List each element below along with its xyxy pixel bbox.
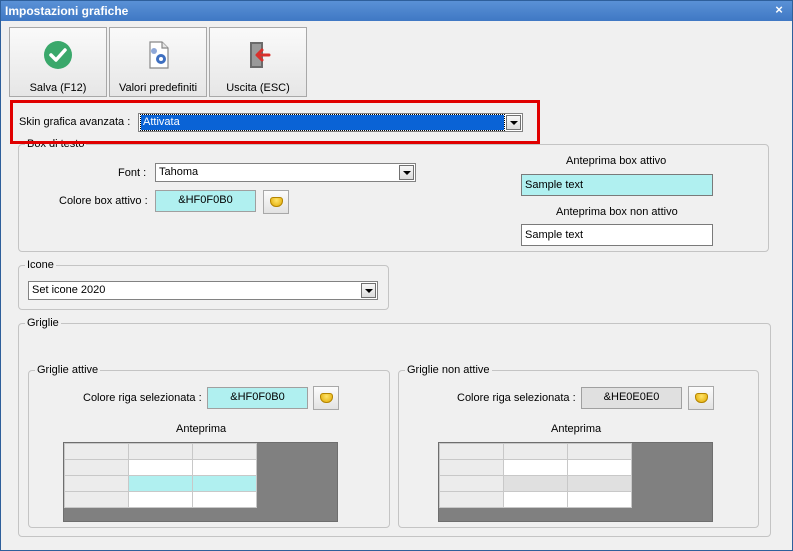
active-row-color-picker-button[interactable] xyxy=(313,386,339,410)
exit-button[interactable]: Uscita (ESC) xyxy=(209,27,307,97)
table-row xyxy=(439,459,632,476)
grid-cell xyxy=(64,491,129,508)
exit-door-icon xyxy=(250,42,271,68)
grid-cell xyxy=(567,459,632,476)
icons-select[interactable]: Set icone 2020 xyxy=(28,281,378,300)
skin-select[interactable]: Attivata xyxy=(138,113,523,132)
grid-cell xyxy=(439,491,504,508)
table-row xyxy=(64,475,257,492)
preview-inactive-label: Anteprima box non attivo xyxy=(556,206,678,218)
paint-pot-icon xyxy=(695,393,708,403)
font-select[interactable]: Tahoma xyxy=(155,163,416,182)
save-button[interactable]: Salva (F12) xyxy=(9,27,107,97)
active-color-label: Colore box attivo : xyxy=(59,195,148,207)
active-grid-preview-table xyxy=(64,443,257,508)
close-button[interactable]: × xyxy=(772,3,786,17)
chevron-down-icon[interactable] xyxy=(399,165,414,180)
grid-cell-selected xyxy=(503,475,568,492)
grid-cell-selected xyxy=(567,475,632,492)
skin-select-value: Attivata xyxy=(140,114,505,131)
settings-window: Impostazioni grafiche × Salva (F12) Valo… xyxy=(0,0,793,551)
font-label: Font : xyxy=(118,167,147,179)
inactive-grid-preview xyxy=(438,442,713,522)
check-icon xyxy=(44,41,72,69)
grids-group-title: Griglie xyxy=(25,317,61,330)
grid-cell xyxy=(439,475,504,492)
inactive-grid-preview-table xyxy=(439,443,632,508)
grid-cell xyxy=(128,443,193,460)
chevron-down-icon[interactable] xyxy=(506,115,521,130)
grid-cell xyxy=(192,443,257,460)
table-row xyxy=(64,491,257,508)
font-select-value: Tahoma xyxy=(159,166,199,178)
preview-active-label: Anteprima box attivo xyxy=(566,155,667,167)
grid-cell xyxy=(503,459,568,476)
icons-group-title: Icone xyxy=(25,259,56,272)
defaults-button-label: Valori predefiniti xyxy=(118,82,198,94)
grid-cell xyxy=(128,459,193,476)
grid-cell xyxy=(439,459,504,476)
icons-select-value: Set icone 2020 xyxy=(32,284,106,296)
save-button-label: Salva (F12) xyxy=(29,82,87,94)
inactive-row-color-label: Colore riga selezionata : xyxy=(457,392,576,404)
active-grids-title: Griglie attive xyxy=(35,364,101,377)
document-gear-icon xyxy=(149,41,169,69)
active-row-color-value: &HF0F0B0 xyxy=(207,387,308,409)
grid-cell xyxy=(567,491,632,508)
active-row-color-label: Colore riga selezionata : xyxy=(83,392,202,404)
grid-cell xyxy=(64,459,129,476)
active-color-picker-button[interactable] xyxy=(263,190,289,214)
active-color-value: &HF0F0B0 xyxy=(155,190,256,212)
paint-pot-icon xyxy=(270,197,283,207)
paint-pot-icon xyxy=(320,393,333,403)
inactive-preview-label: Anteprima xyxy=(551,423,602,435)
grid-cell xyxy=(503,491,568,508)
grid-cell xyxy=(192,459,257,476)
grid-cell-selected xyxy=(192,475,257,492)
chevron-down-icon[interactable] xyxy=(361,283,376,298)
skin-label: Skin grafica avanzata : xyxy=(19,116,131,128)
active-preview-label: Anteprima xyxy=(176,423,227,435)
table-row xyxy=(439,475,632,492)
preview-inactive-box: Sample text xyxy=(521,224,713,246)
textbox-group-title: Box di testo xyxy=(25,138,87,151)
grid-cell xyxy=(567,443,632,460)
grid-cell xyxy=(128,491,193,508)
table-row xyxy=(439,443,632,460)
grid-cell xyxy=(192,491,257,508)
inactive-row-color-value: &HE0E0E0 xyxy=(581,387,682,409)
grid-cell xyxy=(439,443,504,460)
inactive-row-color-picker-button[interactable] xyxy=(688,386,714,410)
exit-button-label: Uscita (ESC) xyxy=(226,82,290,94)
grid-cell xyxy=(64,475,129,492)
defaults-button[interactable]: Valori predefiniti xyxy=(109,27,207,97)
table-row xyxy=(64,459,257,476)
table-row xyxy=(64,443,257,460)
table-row xyxy=(439,491,632,508)
grid-cell xyxy=(503,443,568,460)
grid-cell xyxy=(64,443,129,460)
window-title: Impostazioni grafiche xyxy=(5,4,129,18)
title-bar: Impostazioni grafiche × xyxy=(1,1,792,21)
inactive-grids-title: Griglie non attive xyxy=(405,364,492,377)
grid-cell-selected xyxy=(128,475,193,492)
active-grid-preview xyxy=(63,442,338,522)
preview-active-box: Sample text xyxy=(521,174,713,196)
